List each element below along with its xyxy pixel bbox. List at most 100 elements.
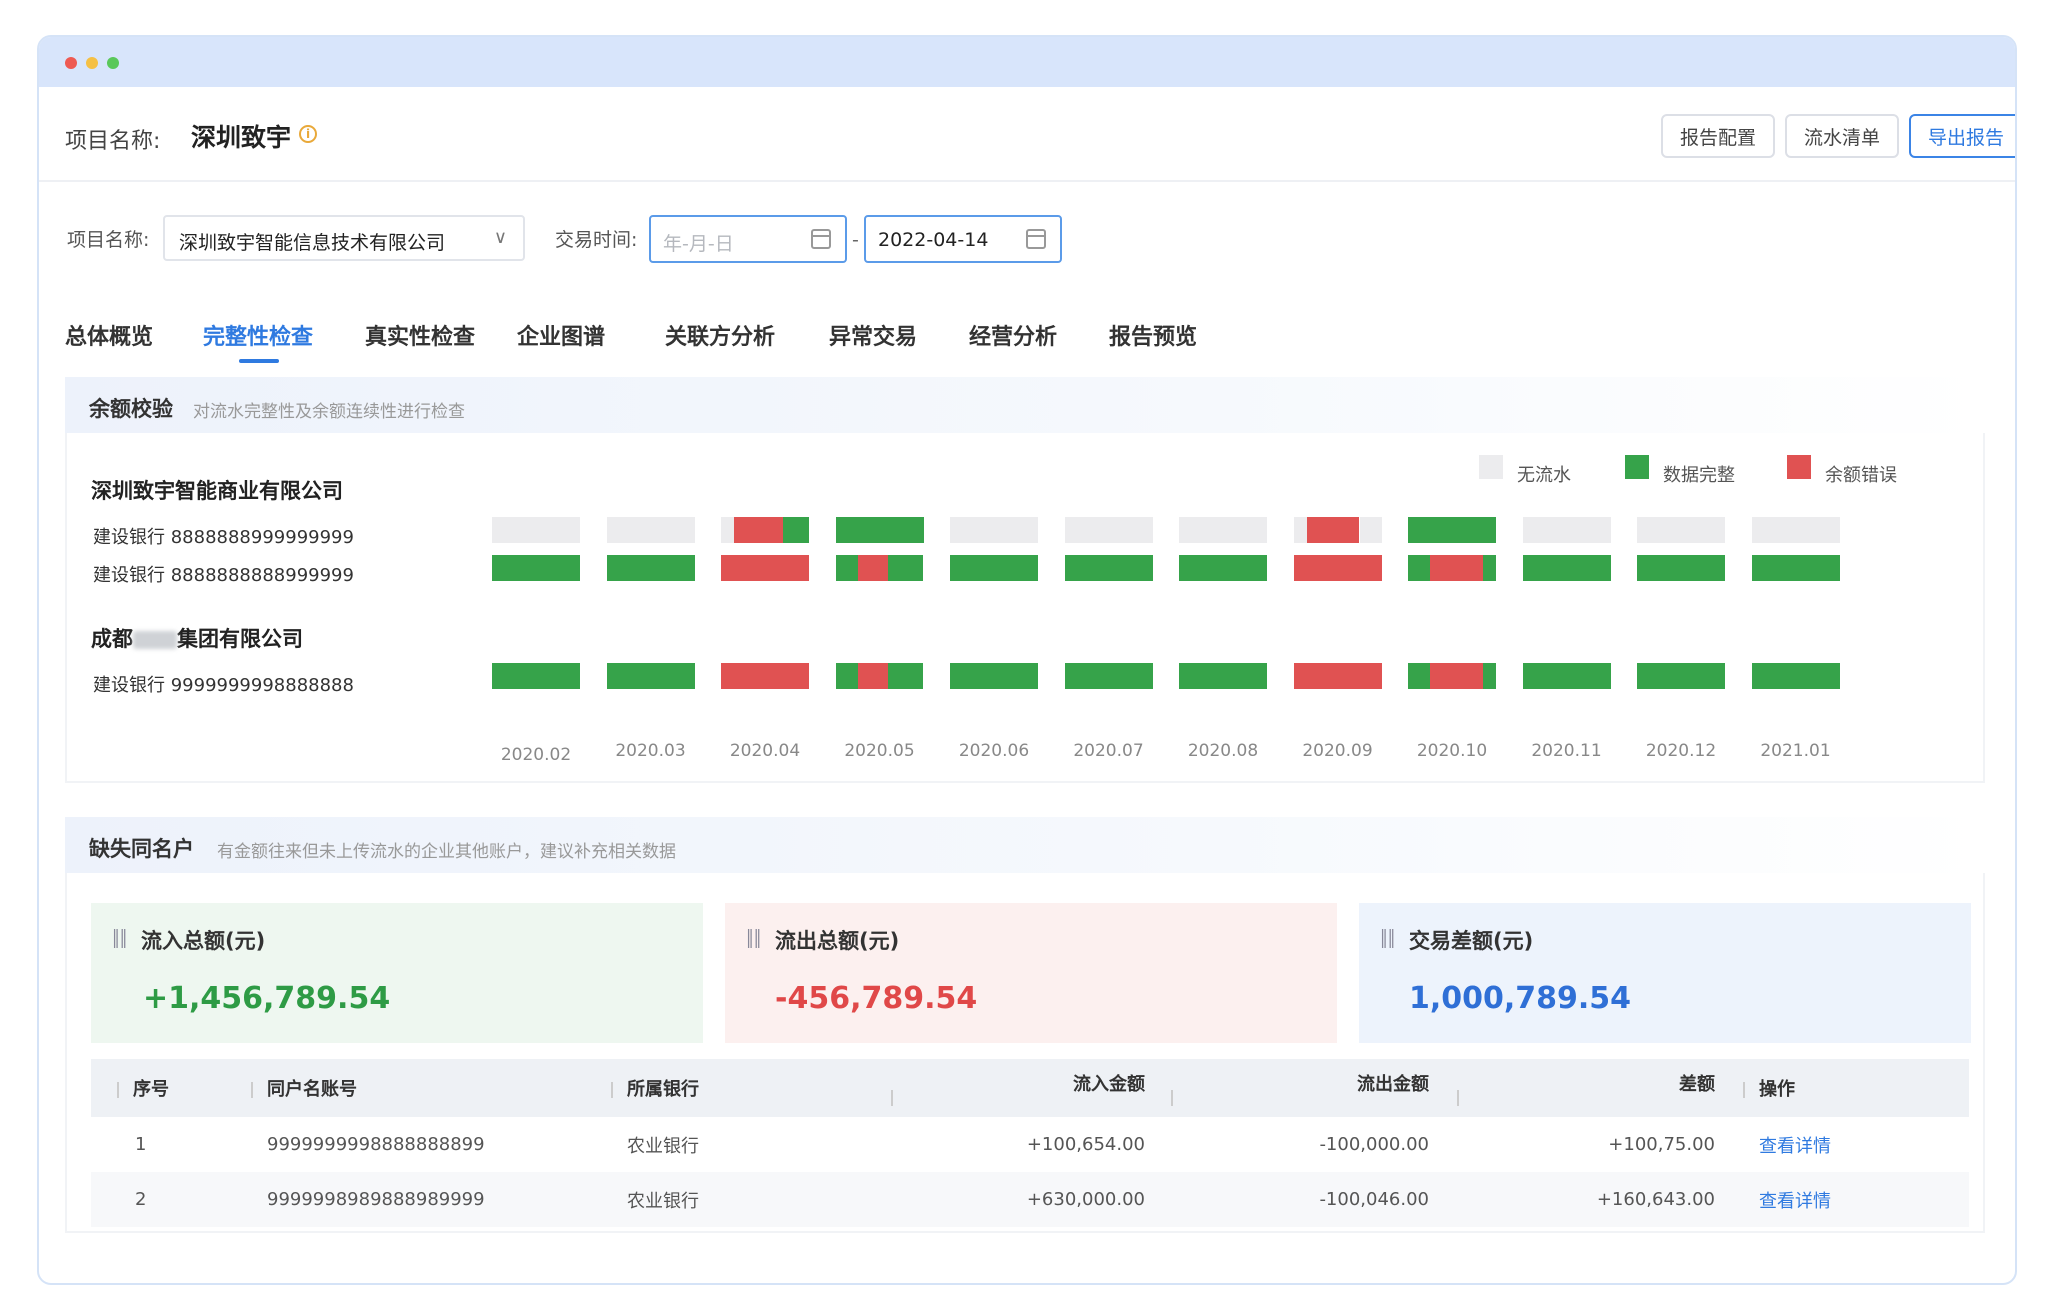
view-details-link[interactable]: 查看详情 xyxy=(1759,1136,1831,1157)
balance-cell[interactable] xyxy=(1293,663,1382,689)
balance-cell[interactable] xyxy=(1408,663,1496,689)
balance-cell[interactable] xyxy=(492,663,580,689)
balance-segment-none xyxy=(1751,517,1840,543)
report-config-button[interactable]: 报告配置 xyxy=(1661,114,1775,158)
balance-cell[interactable] xyxy=(835,555,924,581)
balance-cell[interactable] xyxy=(492,517,580,543)
missing-accounts-table: 序号 同户名账号 所属银行 流入金额 流出金额 差额 操作 1 99999999… xyxy=(91,1059,1969,1227)
project-select[interactable]: 深圳致宇智能信息技术有限公司 ∨ xyxy=(163,215,525,261)
balance-cell[interactable] xyxy=(1637,517,1725,543)
title-bar xyxy=(39,37,2015,87)
bar-chart-icon: ║║ xyxy=(745,929,762,948)
legend-none: 无流水 xyxy=(1517,465,1571,486)
close-window-dot[interactable] xyxy=(65,57,77,69)
missing-accounts-header: 缺失同名户 有金额往来但未上传流水的企业其他账户，建议补充相关数据 xyxy=(65,817,1985,873)
balance-cell[interactable] xyxy=(1637,555,1725,581)
balance-cell[interactable] xyxy=(606,555,695,581)
tab-item[interactable]: 异常交易 xyxy=(829,319,917,351)
flow-list-button[interactable]: 流水清单 xyxy=(1785,114,1899,158)
start-date-input[interactable]: 年-月-日 xyxy=(649,215,847,263)
balance-segment-complete xyxy=(1751,663,1840,689)
month-label: 2020.02 xyxy=(500,745,572,765)
balance-segment-complete xyxy=(950,663,1038,689)
balance-cell[interactable] xyxy=(492,555,580,581)
table-row: 2 9999998989888989999 农业银行 +630,000.00 -… xyxy=(91,1172,1969,1227)
balance-check-header: 余额校验 对流水完整性及余额连续性进行检查 xyxy=(65,377,1985,433)
tab-item[interactable]: 关联方分析 xyxy=(665,319,775,351)
balance-cell[interactable] xyxy=(1293,517,1382,543)
balance-segment-error xyxy=(1430,555,1483,581)
balance-check-desc: 对流水完整性及余额连续性进行检查 xyxy=(193,402,465,422)
bar-chart-icon: ║║ xyxy=(1379,929,1396,948)
row-account: 9999998989888989999 xyxy=(251,1172,611,1227)
tab-item[interactable]: 企业图谱 xyxy=(517,319,605,351)
tab-item[interactable]: 报告预览 xyxy=(1109,319,1197,351)
balance-cell[interactable] xyxy=(1179,555,1267,581)
balance-cell[interactable] xyxy=(950,663,1038,689)
info-icon[interactable]: i xyxy=(299,125,317,143)
balance-cell[interactable] xyxy=(606,663,695,689)
redacted-mask xyxy=(133,631,177,649)
balance-segment-complete xyxy=(1408,555,1430,581)
tab-item[interactable]: 总体概览 xyxy=(65,319,153,351)
row-no: 1 xyxy=(135,1134,147,1155)
company-name: 深圳致宇智能商业有限公司 xyxy=(91,479,343,503)
inflow-card: ║║ 流入总额(元) +1,456,789.54 xyxy=(91,903,703,1043)
balance-cell[interactable] xyxy=(721,517,809,543)
balance-segment-complete xyxy=(1408,663,1430,689)
balance-cell[interactable] xyxy=(1751,663,1840,689)
project-name: 深圳致宇 xyxy=(191,123,292,152)
balance-segment-complete xyxy=(888,555,924,581)
balance-cell[interactable] xyxy=(1522,663,1611,689)
maximize-window-dot[interactable] xyxy=(107,57,119,69)
balance-segment-none xyxy=(1293,517,1307,543)
balance-cell[interactable] xyxy=(721,663,809,689)
end-date-input[interactable]: 2022-04-14 xyxy=(864,215,1062,263)
balance-cell[interactable] xyxy=(1751,555,1840,581)
balance-segment-complete xyxy=(1522,663,1611,689)
balance-cell[interactable] xyxy=(1064,517,1153,543)
row-inflow: +630,000.00 xyxy=(891,1172,1171,1227)
row-outflow: -100,000.00 xyxy=(1319,1134,1429,1155)
month-label: 2020.03 xyxy=(615,741,686,761)
bar-chart-icon: ║║ xyxy=(111,929,128,948)
account-label: 建设银行 8888888888999999 xyxy=(93,565,354,586)
export-report-button[interactable]: 导出报告 xyxy=(1909,114,2015,158)
balance-cell[interactable] xyxy=(1751,517,1840,543)
balance-cell[interactable] xyxy=(1064,663,1153,689)
tab-item[interactable]: 经营分析 xyxy=(969,319,1057,351)
missing-accounts-desc: 有金额往来但未上传流水的企业其他账户，建议补充相关数据 xyxy=(217,842,676,862)
outflow-label: 流出总额(元) xyxy=(775,929,900,953)
balance-cell[interactable] xyxy=(1064,555,1153,581)
balance-cell[interactable] xyxy=(835,517,924,543)
table-header-row: 序号 同户名账号 所属银行 流入金额 流出金额 差额 操作 xyxy=(91,1059,1969,1117)
balance-cell[interactable] xyxy=(1293,555,1382,581)
tab-item[interactable]: 完整性检查 xyxy=(203,319,313,351)
trade-time-label: 交易时间: xyxy=(555,229,638,251)
balance-cell[interactable] xyxy=(1179,663,1267,689)
month-label: 2020.04 xyxy=(729,741,801,761)
balance-segment-complete xyxy=(1482,555,1496,581)
tab-item[interactable]: 真实性检查 xyxy=(365,319,475,351)
balance-cell[interactable] xyxy=(1179,517,1267,543)
minimize-window-dot[interactable] xyxy=(86,57,98,69)
balance-cell[interactable] xyxy=(606,517,695,543)
balance-cell[interactable] xyxy=(835,663,924,689)
balance-segment-none xyxy=(1359,517,1382,543)
balance-cell[interactable] xyxy=(1522,555,1611,581)
balance-segment-none xyxy=(950,517,1038,543)
balance-cell[interactable] xyxy=(1522,517,1611,543)
balance-cell[interactable] xyxy=(1408,517,1496,543)
missing-accounts-panel: ║║ 流入总额(元) +1,456,789.54 ║║ 流出总额(元) -456… xyxy=(65,873,1985,1233)
balance-cell[interactable] xyxy=(1637,663,1725,689)
balance-cell[interactable] xyxy=(950,517,1038,543)
row-inflow: +100,654.00 xyxy=(1026,1134,1145,1155)
inflow-label: 流入总额(元) xyxy=(141,929,266,953)
end-date-value: 2022-04-14 xyxy=(878,229,989,251)
balance-cell[interactable] xyxy=(721,555,809,581)
view-details-link[interactable]: 查看详情 xyxy=(1759,1191,1831,1212)
balance-segment-error xyxy=(721,555,809,581)
balance-cell[interactable] xyxy=(1408,555,1496,581)
balance-cell[interactable] xyxy=(950,555,1038,581)
balance-segment-complete xyxy=(1637,663,1725,689)
